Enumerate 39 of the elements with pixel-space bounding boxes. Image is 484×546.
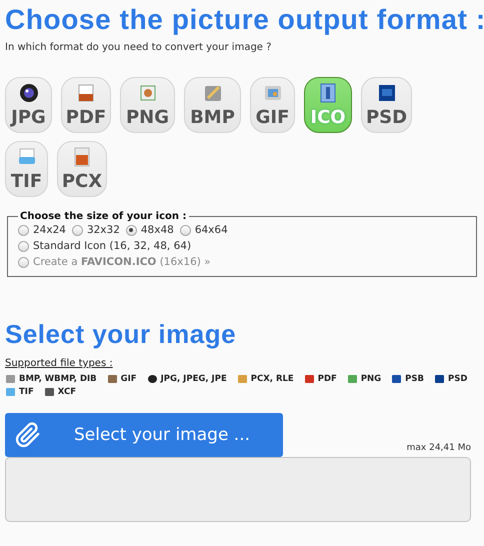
format-button[interactable]: PDF [61,77,111,133]
file-type-label: PSB [405,374,424,384]
option-label: 24x24 [33,224,66,236]
group-legend: Choose the size of your icon : [18,211,188,222]
radio-button[interactable] [126,224,137,236]
file-type-label: PNG [360,374,382,384]
file-type-label: BMP, WBMP, DIB [19,374,97,384]
select-image-button[interactable]: Select your image ... [5,413,283,457]
file-type-label: XCF [58,386,76,396]
format-button[interactable]: PNG [120,77,175,133]
file-type-label: TIF [19,386,34,396]
format-button[interactable]: TIF [5,141,48,197]
file-type-label: PSD [448,374,468,384]
option-label: 32x32 [86,224,120,236]
radio-button[interactable] [180,224,191,236]
radio-button[interactable] [18,224,29,236]
format-button[interactable]: JPG [5,77,52,133]
file-type-label: PCX, RLE [250,374,294,384]
max-size-label: max 24,41 Mo [406,443,471,453]
option-label: 48x48 [140,224,174,236]
subtitle: In which format do you need to convert your image ? [5,42,272,53]
format-button[interactable]: BMP [184,77,241,133]
supported-types-label: Supported file types : [5,358,114,369]
radio-button[interactable] [72,224,83,236]
radio-button[interactable] [18,240,29,252]
format-button[interactable]: GIF [250,77,295,133]
section-title: Select your image [5,319,238,350]
format-button[interactable]: PCX [57,141,107,197]
size-option[interactable]: 64x64 [180,224,228,236]
format-button[interactable]: PSD [361,77,412,133]
file-type-label: JPG, JPEG, JPE [160,374,227,384]
file-type-label: GIF [120,374,137,384]
size-option[interactable]: 24x24 [18,224,66,236]
file-type-label: PDF [318,374,337,384]
drop-area[interactable] [5,457,471,522]
size-option[interactable]: 32x32 [72,224,120,236]
option-label: 64x64 [194,224,228,236]
paperclip-icon [15,422,41,448]
size-option[interactable]: 48x48 [126,224,174,236]
